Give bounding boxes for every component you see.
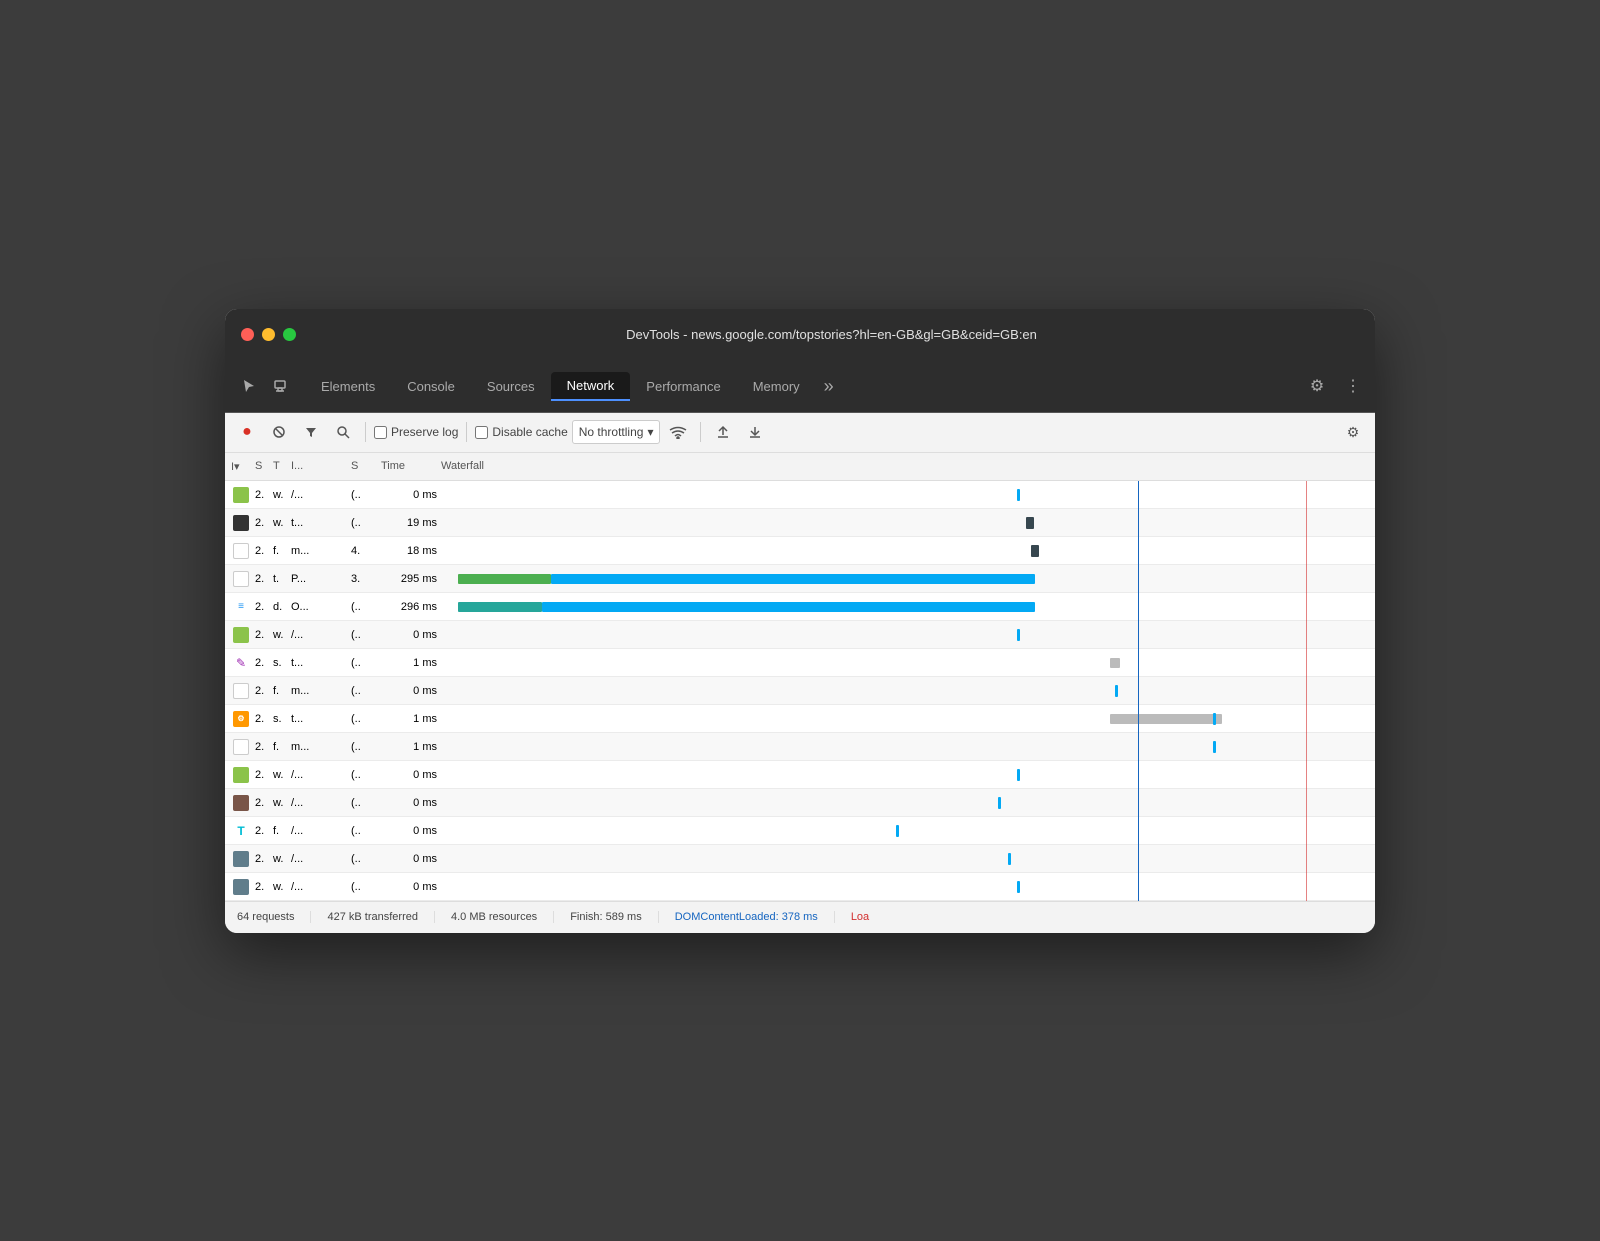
col-indicator: I▾ (229, 460, 253, 473)
disable-cache-label[interactable]: Disable cache (475, 425, 567, 439)
table-row[interactable]: 2. w. /... (.. 0 ms (225, 481, 1375, 509)
table-row[interactable]: 2. w. /... (.. 0 ms (225, 789, 1375, 817)
preserve-log-checkbox[interactable] (374, 426, 387, 439)
maximize-button[interactable] (283, 328, 296, 341)
waterfall-bar-8 (439, 677, 1371, 705)
status-bar: 64 requests 427 kB transferred 4.0 MB re… (225, 901, 1375, 933)
waterfall-bar-14 (439, 845, 1371, 873)
table-row[interactable]: 2. f. m... (.. 1 ms (225, 733, 1375, 761)
separator-2 (466, 422, 467, 442)
close-button[interactable] (241, 328, 254, 341)
waterfall-bar-7 (439, 649, 1371, 677)
waterfall-bar-15 (439, 873, 1371, 901)
col-initiator: I... (289, 460, 349, 472)
table-row[interactable]: 2. w. /... (.. 0 ms (225, 845, 1375, 873)
waterfall-bar-2 (439, 509, 1371, 537)
upload-icon[interactable] (709, 418, 737, 446)
download-icon[interactable] (741, 418, 769, 446)
table-row[interactable]: 2. w. t... (.. 19 ms (225, 509, 1375, 537)
tabs-right-actions: ⚙ ⋮ (1303, 372, 1367, 400)
table-row[interactable]: ≡ 2. d. O... (.. 296 ms (225, 593, 1375, 621)
record-button[interactable]: ● (233, 418, 261, 446)
table-row[interactable]: 2. w. /... (.. 0 ms (225, 873, 1375, 901)
waterfall-bar-4 (439, 565, 1371, 593)
more-options-icon[interactable]: ⋮ (1339, 372, 1367, 400)
col-size-hdr: S (349, 460, 379, 472)
tab-memory[interactable]: Memory (737, 373, 816, 400)
table-row[interactable]: ⚙ 2. s. t... (.. 1 ms (225, 705, 1375, 733)
network-settings-icon[interactable]: ⚙ (1339, 418, 1367, 446)
col-waterfall: Waterfall (439, 460, 1371, 472)
more-tabs-button[interactable]: » (816, 376, 842, 397)
network-table: I▾ S T I... S Time Waterfall 2. w. /... … (225, 453, 1375, 901)
dom-content-loaded: DOMContentLoaded: 378 ms (675, 911, 835, 923)
finish-time: Finish: 589 ms (570, 911, 659, 923)
waterfall-bar-6 (439, 621, 1371, 649)
waterfall-bar-11 (439, 761, 1371, 789)
throttle-select[interactable]: No throttling ▾ (572, 420, 661, 444)
load-time: Loa (851, 911, 869, 923)
search-icon[interactable] (329, 418, 357, 446)
tab-elements[interactable]: Elements (305, 373, 391, 400)
minimize-button[interactable] (262, 328, 275, 341)
separator-3 (700, 422, 701, 442)
tabs-bar: Elements Console Sources Network Perform… (225, 361, 1375, 413)
waterfall-bar-12 (439, 789, 1371, 817)
tab-console[interactable]: Console (391, 373, 471, 400)
waterfall-bar-10 (439, 733, 1371, 761)
preserve-log-label[interactable]: Preserve log (374, 425, 458, 439)
table-header: I▾ S T I... S Time Waterfall (225, 453, 1375, 481)
table-row[interactable]: 2. f. m... (.. 0 ms (225, 677, 1375, 705)
tab-sources[interactable]: Sources (471, 373, 551, 400)
disable-cache-checkbox[interactable] (475, 426, 488, 439)
clear-button[interactable] (265, 418, 293, 446)
wifi-icon[interactable] (664, 418, 692, 446)
col-time-hdr: Time (379, 460, 439, 472)
settings-icon[interactable]: ⚙ (1303, 372, 1331, 400)
cursor-icon[interactable] (233, 370, 265, 402)
tabs-list: Elements Console Sources Network Perform… (305, 372, 816, 401)
devtools-window: DevTools - news.google.com/topstories?hl… (225, 309, 1375, 933)
col-status: S (253, 460, 271, 472)
window-title: DevTools - news.google.com/topstories?hl… (304, 327, 1359, 342)
device-icon[interactable] (265, 370, 297, 402)
col-type: T (271, 460, 289, 472)
separator-1 (365, 422, 366, 442)
tab-performance[interactable]: Performance (630, 373, 736, 400)
table-row[interactable]: 2. w. /... (.. 0 ms (225, 761, 1375, 789)
waterfall-bar-1 (439, 481, 1371, 509)
table-row[interactable]: 2. t. P... 3. 295 ms (225, 565, 1375, 593)
waterfall-bar-5 (439, 593, 1371, 621)
resources-size: 4.0 MB resources (451, 911, 554, 923)
table-row[interactable]: 2. w. /... (.. 0 ms (225, 621, 1375, 649)
requests-count: 64 requests (237, 911, 311, 923)
table-row[interactable]: ✎ 2. s. t... (.. 1 ms (225, 649, 1375, 677)
transferred-size: 427 kB transferred (327, 911, 435, 923)
titlebar: DevTools - news.google.com/topstories?hl… (225, 309, 1375, 361)
waterfall-bar-3 (439, 537, 1371, 565)
tab-network[interactable]: Network (551, 372, 631, 401)
table-row[interactable]: 2. f. m... 4. 18 ms (225, 537, 1375, 565)
table-row[interactable]: T 2. f. /... (.. 0 ms (225, 817, 1375, 845)
waterfall-bar-13 (439, 817, 1371, 845)
network-toolbar: ● Preserve log Disable cache No throttli… (225, 413, 1375, 453)
filter-icon[interactable] (297, 418, 325, 446)
waterfall-bar-9 (439, 705, 1371, 733)
table-body: 2. w. /... (.. 0 ms 2. w. t... (.. 19 ms (225, 481, 1375, 901)
